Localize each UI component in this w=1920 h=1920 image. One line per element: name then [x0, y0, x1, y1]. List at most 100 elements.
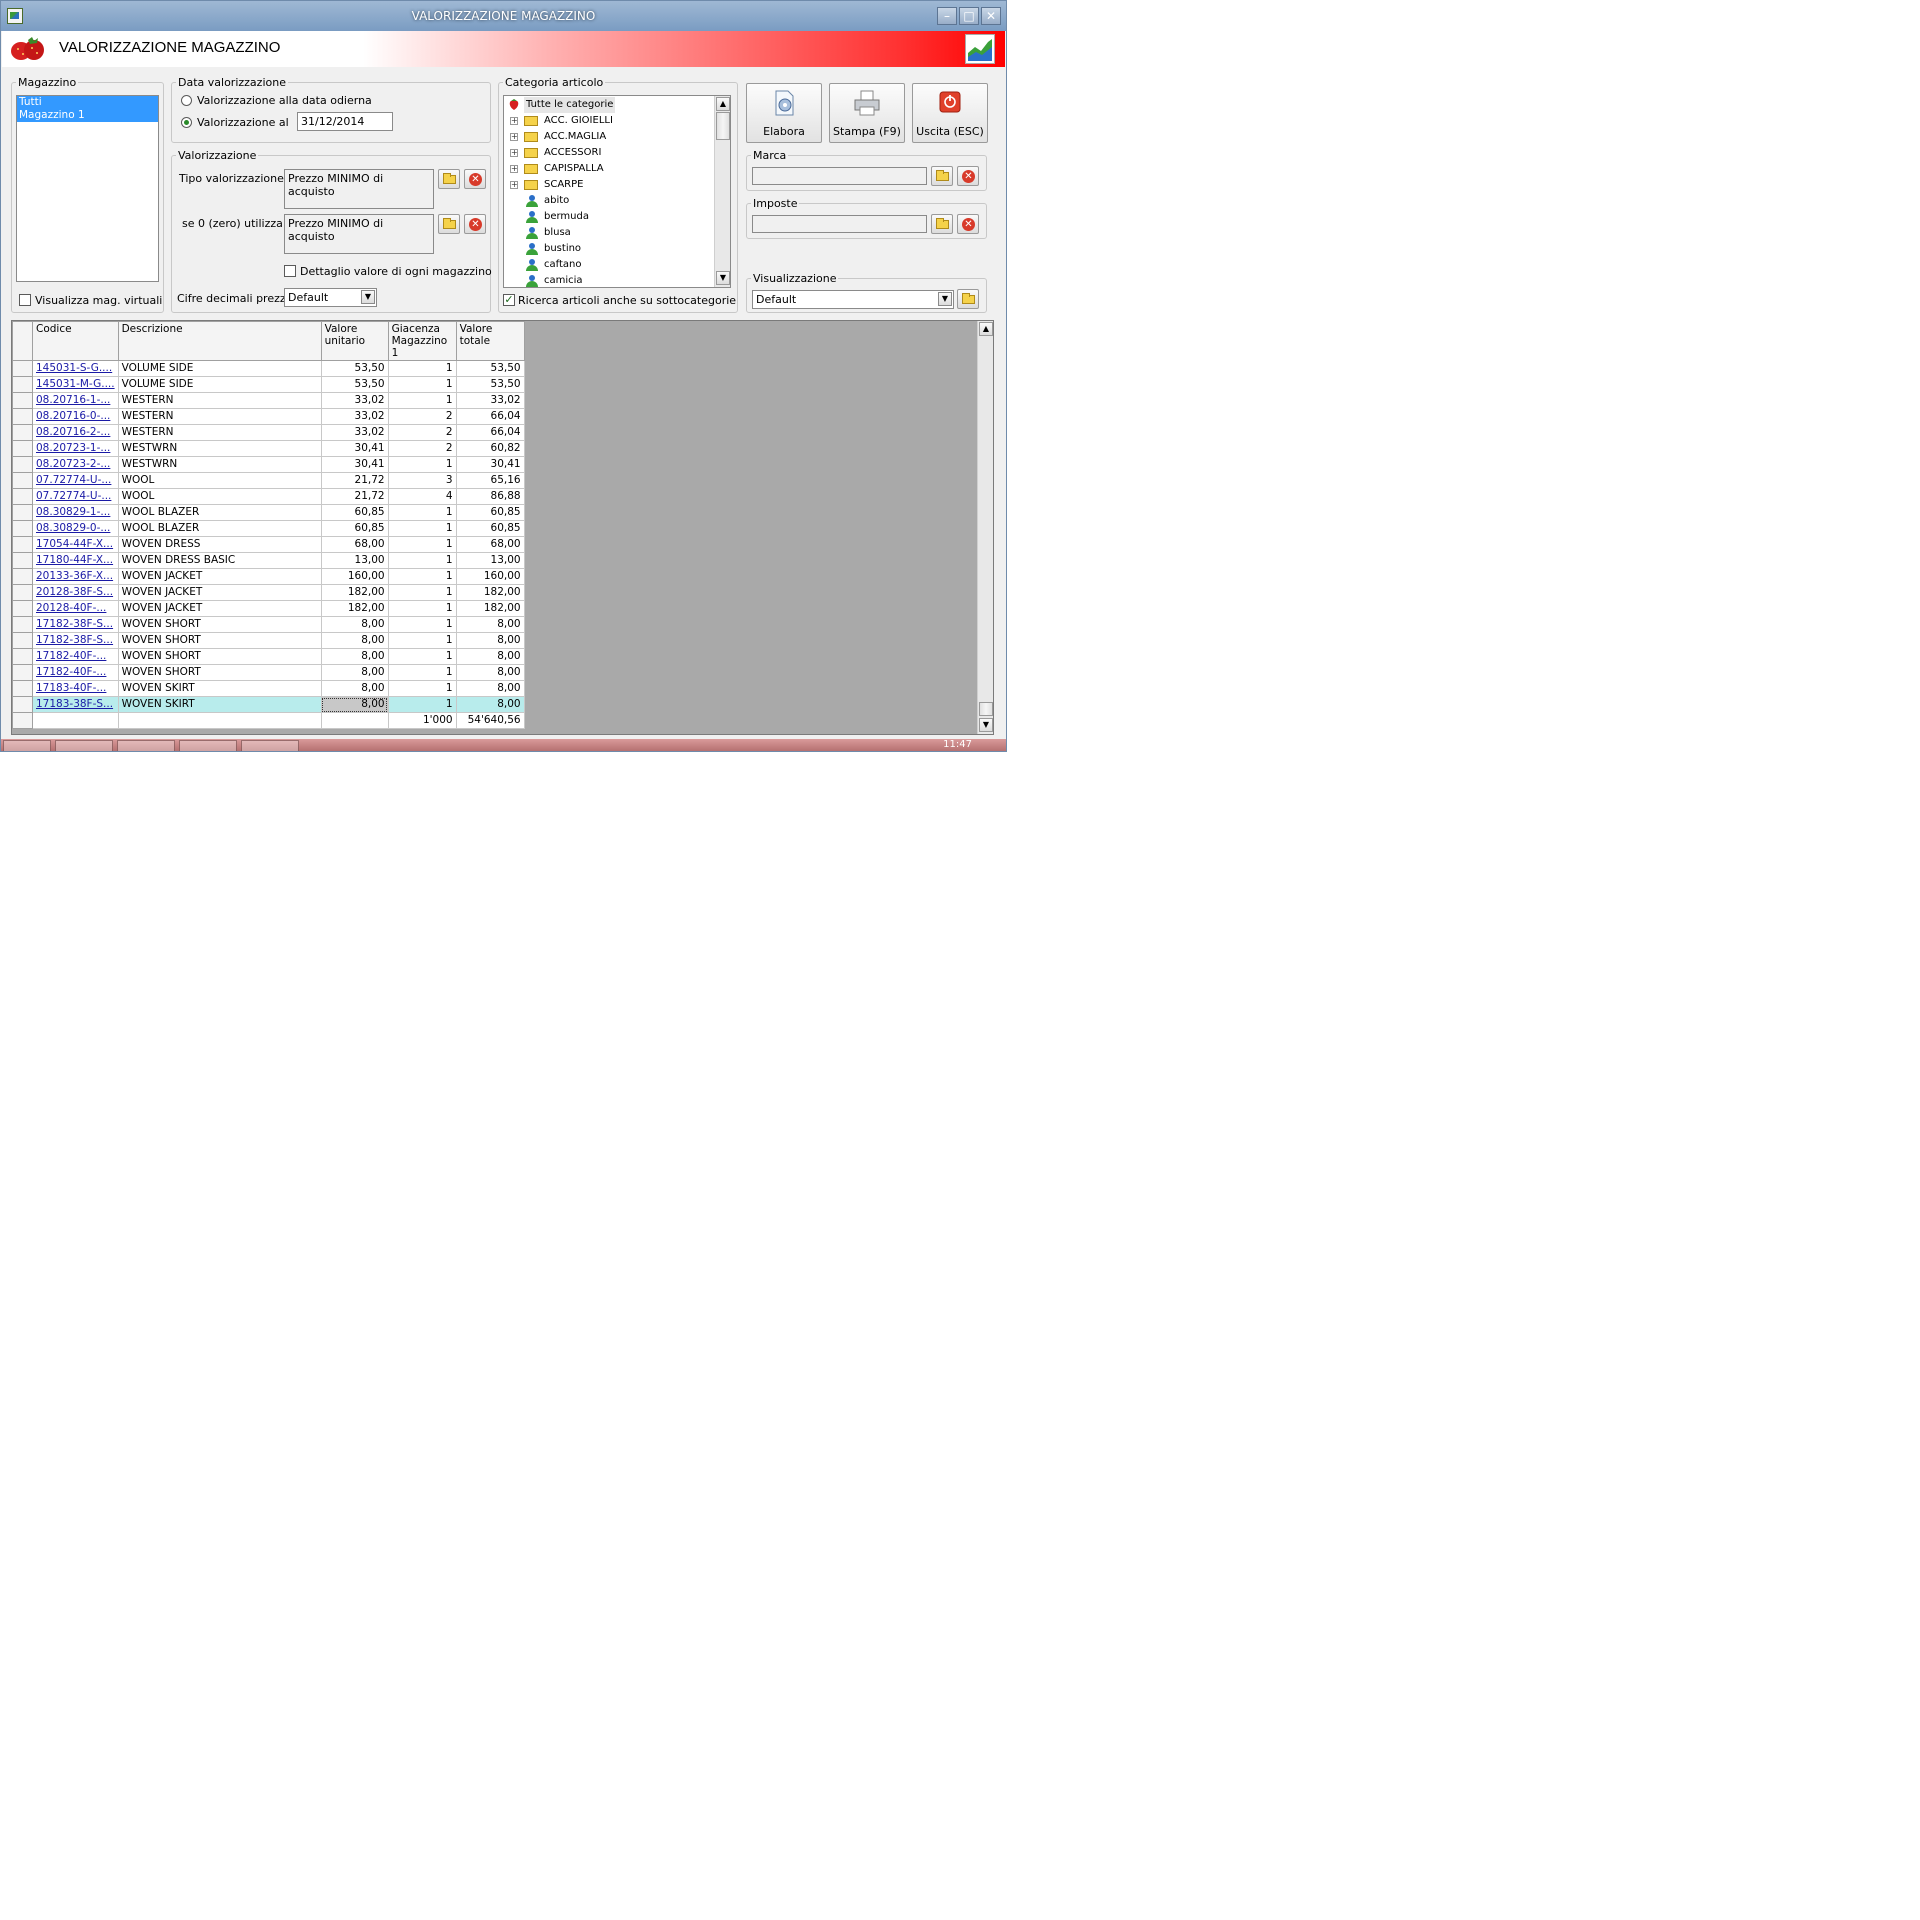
marca-browse-button[interactable] [931, 166, 953, 186]
scroll-thumb[interactable] [979, 702, 993, 716]
table-row[interactable]: 20133-36F-X... WOVEN JACKET 160,00 1 160,00 [12, 568, 525, 585]
tipo-browse-button[interactable] [438, 169, 460, 189]
row-indicator[interactable] [12, 696, 33, 713]
cell-codice[interactable]: 17182-40F-... [32, 648, 119, 665]
cell-valore-unitario[interactable]: 160,00 [320, 568, 389, 585]
table-row[interactable]: 17183-40F-... WOVEN SKIRT 8,00 1 8,00 [12, 680, 525, 697]
row-indicator[interactable] [12, 616, 33, 633]
maximize-button[interactable]: □ [959, 7, 979, 25]
tree-folder-item[interactable]: + ACC.MAGLIA [504, 129, 664, 145]
chevron-down-icon[interactable]: ▼ [938, 292, 952, 306]
visualizzazione-browse-button[interactable] [957, 289, 979, 309]
scroll-down-arrow[interactable]: ▼ [979, 718, 993, 732]
cell-codice[interactable]: 08.20723-1-... [32, 440, 119, 457]
chevron-down-icon[interactable]: ▼ [361, 290, 375, 304]
row-indicator[interactable] [12, 552, 33, 569]
radio-date-custom[interactable] [181, 117, 192, 128]
table-row[interactable]: 08.20716-2-... WESTERN 33,02 2 66,04 [12, 424, 525, 441]
tree-folder-item[interactable]: + SCARPE [504, 177, 664, 193]
cell-codice[interactable]: 17054-44F-X... [32, 536, 119, 553]
cell-valore-unitario[interactable]: 21,72 [320, 488, 389, 505]
cell-valore-unitario[interactable]: 53,50 [320, 376, 389, 393]
tree-folder-item[interactable]: + ACC. GIOIELLI [504, 113, 664, 129]
cifre-select[interactable]: Default ▼ [284, 288, 377, 307]
cell-codice[interactable]: 20128-38F-S... [32, 584, 119, 601]
cell-valore-unitario[interactable]: 60,85 [320, 520, 389, 537]
column-header-codice[interactable]: Codice [32, 321, 119, 361]
cell-valore-unitario[interactable]: 21,72 [320, 472, 389, 489]
cell-codice[interactable]: 20133-36F-X... [32, 568, 119, 585]
radio-date-today[interactable] [181, 95, 192, 106]
cell-valore-unitario[interactable]: 53,50 [320, 360, 389, 377]
magazzino-list[interactable]: Tutti Magazzino 1 [16, 95, 159, 282]
cell-codice[interactable]: 17180-44F-X... [32, 552, 119, 569]
table-row[interactable]: 17183-38F-S... WOVEN SKIRT 8,00 1 8,00 [12, 696, 525, 713]
taskbar-app-browser[interactable] [55, 740, 113, 751]
visualizzazione-select[interactable]: Default ▼ [752, 290, 954, 309]
expand-icon[interactable]: + [510, 165, 518, 173]
tipo-clear-button[interactable]: ✕ [464, 169, 486, 189]
table-row[interactable]: 08.20716-1-... WESTERN 33,02 1 33,02 [12, 392, 525, 409]
tree-leaf-item[interactable]: bermuda [504, 209, 664, 225]
tree-folder-item[interactable]: + CAPISPALLA [504, 161, 664, 177]
cell-valore-unitario[interactable]: 68,00 [320, 536, 389, 553]
tree-folder-item[interactable]: + ACCESSORI [504, 145, 664, 161]
row-indicator[interactable] [12, 520, 33, 537]
tree-leaf-item[interactable]: blusa [504, 225, 664, 241]
table-row[interactable]: 17054-44F-X... WOVEN DRESS 68,00 1 68,00 [12, 536, 525, 553]
imposte-clear-button[interactable]: ✕ [957, 214, 979, 234]
row-indicator[interactable] [12, 664, 33, 681]
cell-codice[interactable]: 08.30829-1-... [32, 504, 119, 521]
marca-clear-button[interactable]: ✕ [957, 166, 979, 186]
row-indicator[interactable] [12, 360, 33, 377]
table-row[interactable]: 08.30829-1-... WOOL BLAZER 60,85 1 60,85 [12, 504, 525, 521]
table-row[interactable]: 07.72774-U-... WOOL 21,72 3 65,16 [12, 472, 525, 489]
cell-codice[interactable]: 08.20716-0-... [32, 408, 119, 425]
zero-browse-button[interactable] [438, 214, 460, 234]
column-header-descrizione[interactable]: Descrizione [117, 321, 322, 361]
cell-valore-unitario[interactable]: 8,00 [320, 696, 389, 713]
table-row[interactable]: 08.20723-1-... WESTWRN 30,41 2 60,82 [12, 440, 525, 457]
row-indicator[interactable] [12, 408, 33, 425]
table-row[interactable]: 08.30829-0-... WOOL BLAZER 60,85 1 60,85 [12, 520, 525, 537]
tipo-field[interactable]: Prezzo MINIMO di acquisto [284, 169, 434, 209]
scroll-down-arrow[interactable]: ▼ [716, 271, 730, 285]
table-row[interactable]: 17182-38F-S... WOVEN SHORT 8,00 1 8,00 [12, 632, 525, 649]
tree-leaf-item[interactable]: caftano [504, 257, 664, 273]
table-row[interactable]: 17182-40F-... WOVEN SHORT 8,00 1 8,00 [12, 664, 525, 681]
virtual-checkbox[interactable] [19, 294, 31, 306]
tree-scrollbar[interactable]: ▲ ▼ [714, 96, 730, 287]
cell-codice[interactable]: 20128-40F-... [32, 600, 119, 617]
row-indicator[interactable] [12, 632, 33, 649]
table-row[interactable]: 20128-40F-... WOVEN JACKET 182,00 1 182,00 [12, 600, 525, 617]
uscita-button[interactable]: Uscita (ESC) [912, 83, 988, 143]
row-indicator[interactable] [12, 600, 33, 617]
row-indicator[interactable] [12, 680, 33, 697]
expand-icon[interactable]: + [510, 149, 518, 157]
subcat-checkbox[interactable]: ✓ [503, 294, 515, 306]
cell-valore-unitario[interactable]: 8,00 [320, 632, 389, 649]
row-indicator[interactable] [12, 568, 33, 585]
stampa-button[interactable]: Stampa (F9) [829, 83, 905, 143]
table-row[interactable]: 17182-38F-S... WOVEN SHORT 8,00 1 8,00 [12, 616, 525, 633]
table-row[interactable]: 08.20716-0-... WESTERN 33,02 2 66,04 [12, 408, 525, 425]
cell-codice[interactable]: 08.20723-2-... [32, 456, 119, 473]
expand-icon[interactable]: + [510, 117, 518, 125]
row-indicator[interactable] [12, 504, 33, 521]
expand-icon[interactable]: + [510, 181, 518, 189]
magazzino-item-1[interactable]: Magazzino 1 [17, 109, 158, 122]
cell-valore-unitario[interactable]: 30,41 [320, 456, 389, 473]
grid-scrollbar[interactable]: ▲ ▼ [977, 321, 993, 734]
close-button[interactable]: ✕ [981, 7, 1001, 25]
cell-valore-unitario[interactable]: 182,00 [320, 584, 389, 601]
cell-valore-unitario[interactable]: 8,00 [320, 616, 389, 633]
scroll-thumb[interactable] [716, 112, 730, 140]
cell-valore-unitario[interactable]: 13,00 [320, 552, 389, 569]
zero-field[interactable]: Prezzo MINIMO di acquisto [284, 214, 434, 254]
cell-valore-unitario[interactable]: 8,00 [320, 664, 389, 681]
row-indicator[interactable] [12, 424, 33, 441]
taskbar-app-excel[interactable] [241, 740, 299, 751]
magazzino-item-tutti[interactable]: Tutti [17, 96, 158, 109]
row-indicator[interactable] [12, 392, 33, 409]
column-header-valore-unitario[interactable]: Valore unitario [320, 321, 389, 361]
